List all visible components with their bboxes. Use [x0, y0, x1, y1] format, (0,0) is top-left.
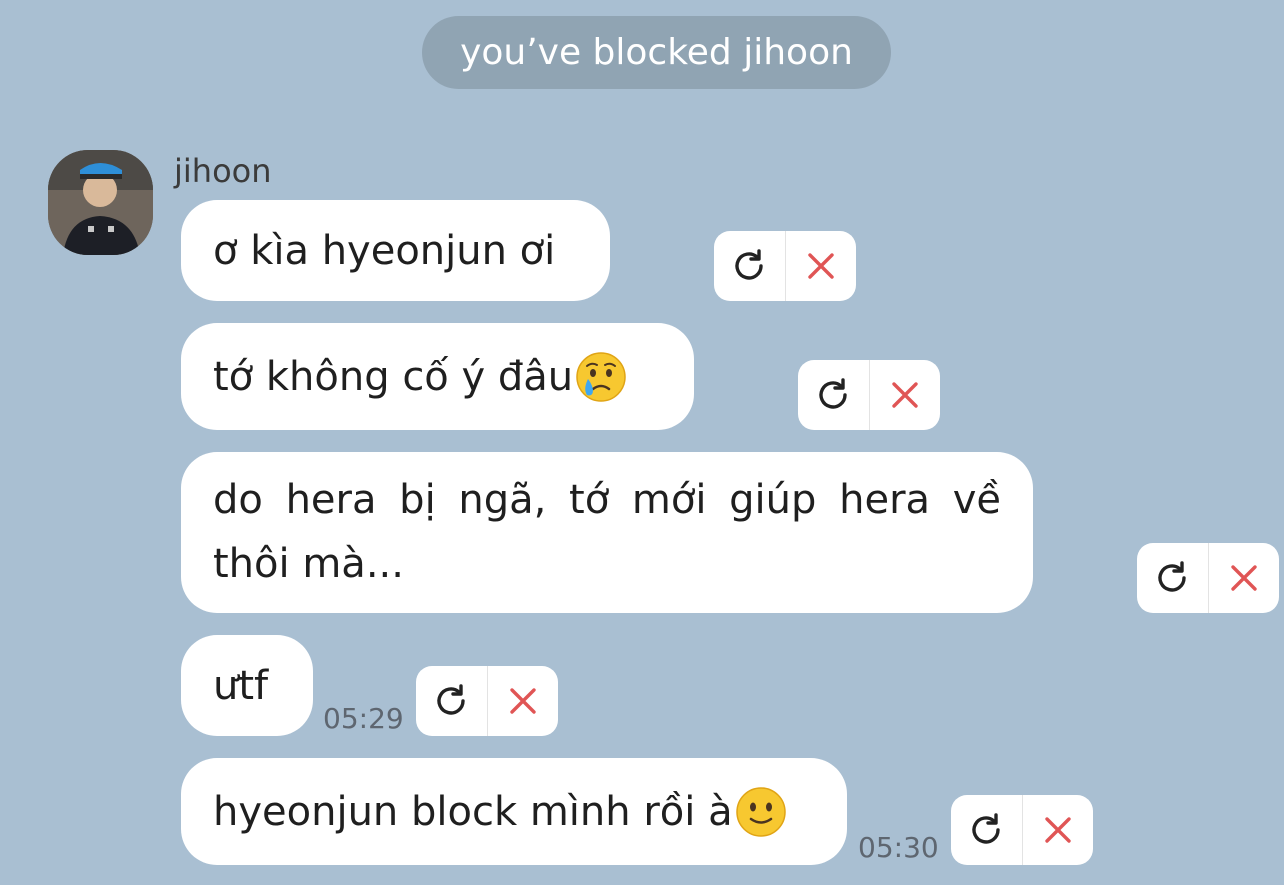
- message-bubble: tớ không cố ý đâu: [181, 323, 694, 430]
- crying-face-icon: [576, 351, 626, 402]
- resend-button[interactable]: [798, 360, 869, 430]
- message-bubble: hyeonjun block mình rồi à: [181, 758, 847, 865]
- message-bubble: ơ kìa hyeonjun ơi: [181, 200, 610, 301]
- message-text: do hera bị ngã, tớ mới giúp hera về thôi…: [213, 477, 1001, 587]
- message-text: ưtf: [213, 662, 269, 709]
- delete-button[interactable]: [784, 231, 857, 301]
- avatar[interactable]: [48, 150, 153, 255]
- close-icon: [1045, 817, 1071, 843]
- message-text: tớ không cố ý đâu: [213, 353, 574, 400]
- message-bubble: ưtf: [181, 635, 313, 736]
- failed-message-actions: [951, 795, 1093, 865]
- delete-button[interactable]: [1021, 795, 1094, 865]
- failed-message-actions: [416, 666, 558, 736]
- resend-button[interactable]: [951, 795, 1022, 865]
- slightly-smiling-face-icon: [735, 786, 786, 837]
- resend-button[interactable]: [714, 231, 785, 301]
- avatar-photo-icon: [48, 150, 153, 255]
- retry-icon: [437, 684, 465, 715]
- delete-button[interactable]: [486, 666, 559, 736]
- failed-message-actions: [798, 360, 940, 430]
- blocked-notice: you’ve blocked jihoon: [422, 16, 891, 89]
- delete-button[interactable]: [1207, 543, 1280, 613]
- retry-icon: [735, 249, 763, 280]
- resend-button[interactable]: [416, 666, 487, 736]
- failed-message-actions: [1137, 543, 1279, 613]
- failed-message-actions: [714, 231, 856, 301]
- retry-icon: [972, 813, 1000, 844]
- message-timestamp: 05:29: [323, 702, 404, 735]
- close-icon: [808, 253, 834, 279]
- message-text: hyeonjun block mình rồi à: [213, 788, 733, 835]
- retry-icon: [819, 378, 847, 409]
- message-bubble: do hera bị ngã, tớ mới giúp hera về thôi…: [181, 452, 1033, 613]
- close-icon: [1231, 565, 1257, 591]
- message-timestamp: 05:30: [858, 831, 939, 864]
- close-icon: [510, 688, 536, 714]
- resend-button[interactable]: [1137, 543, 1208, 613]
- delete-button[interactable]: [868, 360, 941, 430]
- close-icon: [892, 382, 918, 408]
- retry-icon: [1158, 561, 1186, 592]
- sender-name: jihoon: [174, 152, 272, 190]
- message-text: ơ kìa hyeonjun ơi: [213, 227, 556, 274]
